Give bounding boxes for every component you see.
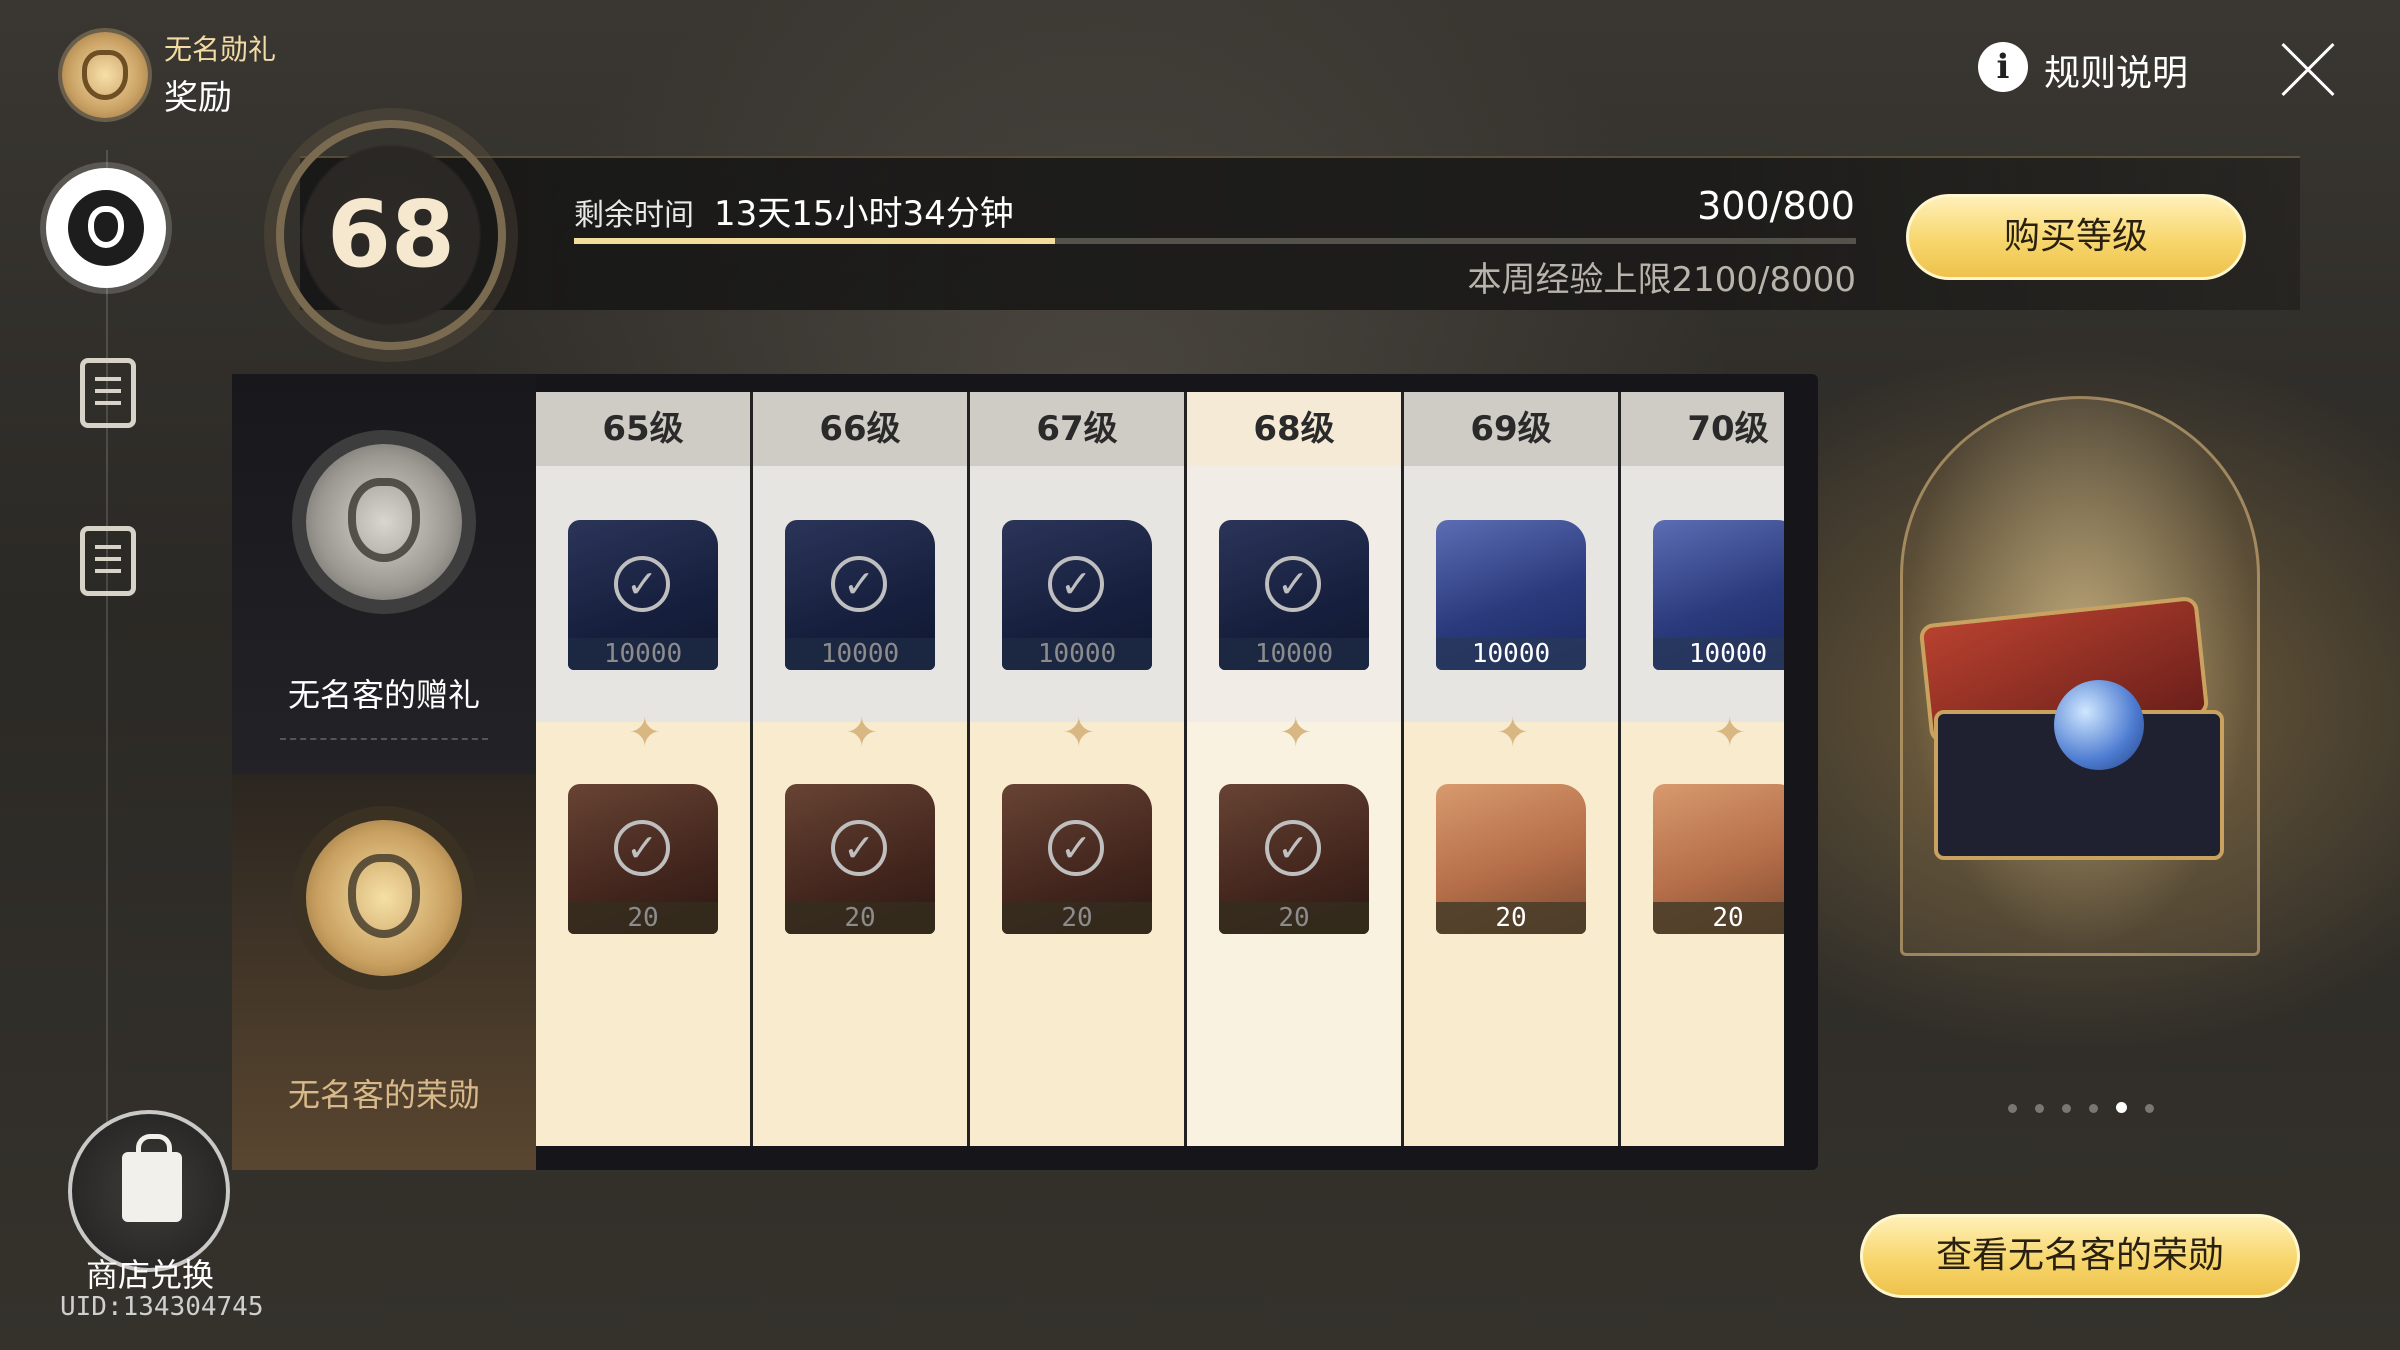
- claimed-check-icon: ✓: [1265, 556, 1321, 612]
- level-column: 65级 ✦ ✓ 10000 ✓ 20: [536, 392, 750, 1146]
- reward-quantity: 20: [1436, 902, 1586, 934]
- reward-columns[interactable]: 65级 ✦ ✓ 10000 ✓ 20 66级 ✦ ✓ 10000 ✓ 20 67级 ✦ ✓ 10000 ✓ 20 6…: [536, 392, 1784, 1146]
- reward-quantity: 20: [1219, 902, 1369, 934]
- rules-button[interactable]: 规则说明: [2044, 44, 2188, 96]
- free-tier-badge-icon: [306, 444, 462, 600]
- star-divider-icon: ✦: [1496, 710, 1530, 756]
- level-label: 66级: [753, 392, 967, 466]
- pagination-dot[interactable]: [2035, 1104, 2044, 1113]
- treasure-chest-image: [1904, 580, 2254, 870]
- tier-paid[interactable]: 无名客的荣勋: [232, 774, 536, 1170]
- claimed-check-icon: ✓: [614, 556, 670, 612]
- level-label: 68级: [1187, 392, 1401, 466]
- page-title: 奖励: [164, 78, 232, 118]
- rail-tab-rewards[interactable]: [46, 168, 166, 288]
- claimed-check-icon: ✓: [1048, 556, 1104, 612]
- free-reward-item[interactable]: 10000: [1653, 520, 1784, 670]
- close-icon[interactable]: [2278, 40, 2338, 100]
- level-column: 69级 ✦ 10000 20: [1404, 392, 1618, 1146]
- level-label: 67级: [970, 392, 1184, 466]
- column-divider: [1618, 392, 1621, 1146]
- pagination-dot[interactable]: [2062, 1104, 2071, 1113]
- reward-quantity: 10000: [1653, 638, 1784, 670]
- pagination-dot[interactable]: [2116, 1102, 2127, 1113]
- buy-level-button[interactable]: 购买等级: [1906, 194, 2246, 280]
- level-column: 70级 ✦ 10000 20: [1621, 392, 1784, 1146]
- level-column: 68级 ✦ ✓ 10000 ✓ 20: [1187, 392, 1401, 1146]
- document-search-icon[interactable]: [80, 526, 136, 596]
- free-reward-item[interactable]: ✓ 10000: [1219, 520, 1369, 670]
- tier-free: 无名客的赠礼: [232, 374, 536, 774]
- reward-quantity: 10000: [1002, 638, 1152, 670]
- pagination-dot[interactable]: [2089, 1104, 2098, 1113]
- free-reward-item[interactable]: ✓ 10000: [568, 520, 718, 670]
- star-divider-icon: ✦: [628, 710, 662, 756]
- paid-reward-item[interactable]: 20: [1653, 784, 1784, 934]
- view-honor-button[interactable]: 查看无名客的荣勋: [1860, 1214, 2300, 1298]
- level-label: 65级: [536, 392, 750, 466]
- exp-progress-bar: [574, 238, 1856, 244]
- weekly-exp-cap: 本周经验上限2100/8000: [1467, 260, 1856, 300]
- remaining-time-value: 13天15小时34分钟: [714, 194, 1014, 234]
- level-column: 67级 ✦ ✓ 10000 ✓ 20: [970, 392, 1184, 1146]
- column-divider: [750, 392, 753, 1146]
- free-reward-item[interactable]: 10000: [1436, 520, 1586, 670]
- tier-column: 无名客的赠礼 无名客的荣勋: [232, 374, 536, 1170]
- paid-reward-item[interactable]: ✓ 20: [1219, 784, 1369, 934]
- level-column: 66级 ✦ ✓ 10000 ✓ 20: [753, 392, 967, 1146]
- level-label: 69级: [1404, 392, 1618, 466]
- paid-reward-item[interactable]: ✓ 20: [568, 784, 718, 934]
- column-divider: [967, 392, 970, 1146]
- free-reward-item[interactable]: ✓ 10000: [785, 520, 935, 670]
- star-divider-icon: ✦: [1062, 710, 1096, 756]
- level-label: 70级: [1621, 392, 1784, 466]
- star-divider-icon: ✦: [845, 710, 879, 756]
- exp-value: 300/800: [1697, 184, 1855, 228]
- pagination-dot[interactable]: [2008, 1104, 2017, 1113]
- shop-exchange-button[interactable]: [68, 1110, 230, 1272]
- showcase-pagination[interactable]: [2008, 1098, 2172, 1117]
- claimed-check-icon: ✓: [831, 820, 887, 876]
- header-subtitle: 无名勋礼: [164, 33, 277, 66]
- shop-exchange-label: 商店兑换: [86, 1256, 215, 1294]
- reward-quantity: 20: [785, 902, 935, 934]
- reward-quantity: 20: [1653, 902, 1784, 934]
- paid-reward-item[interactable]: ✓ 20: [1002, 784, 1152, 934]
- star-divider-icon: ✦: [1279, 710, 1313, 756]
- tier-separator: [280, 738, 488, 740]
- nameless-badge-icon: [68, 190, 144, 266]
- reward-quantity: 10000: [785, 638, 935, 670]
- reward-quantity: 10000: [1436, 638, 1586, 670]
- column-divider: [1184, 392, 1187, 1146]
- exp-progress-fill: [574, 238, 1055, 244]
- tier-paid-label: 无名客的荣勋: [287, 1076, 480, 1114]
- info-icon[interactable]: i: [1978, 42, 2028, 92]
- reward-quantity: 20: [1002, 902, 1152, 934]
- star-divider-icon: ✦: [1713, 710, 1747, 756]
- paid-reward-item[interactable]: ✓ 20: [785, 784, 935, 934]
- claimed-check-icon: ✓: [831, 556, 887, 612]
- pagination-dot[interactable]: [2145, 1104, 2154, 1113]
- claimed-check-icon: ✓: [1265, 820, 1321, 876]
- paid-tier-badge-icon: [306, 820, 462, 976]
- rail-divider: [106, 150, 108, 1150]
- column-divider: [1401, 392, 1404, 1146]
- user-id: UID:134304745: [60, 1292, 264, 1322]
- free-reward-item[interactable]: ✓ 10000: [1002, 520, 1152, 670]
- claimed-check-icon: ✓: [1048, 820, 1104, 876]
- claimed-check-icon: ✓: [614, 820, 670, 876]
- clipboard-check-icon[interactable]: [80, 358, 136, 428]
- nameless-emblem-icon: [62, 32, 148, 118]
- remaining-time-label: 剩余时间: [574, 198, 694, 233]
- reward-quantity: 20: [568, 902, 718, 934]
- current-level: 68: [326, 181, 456, 288]
- paid-reward-item[interactable]: 20: [1436, 784, 1586, 934]
- reward-quantity: 10000: [568, 638, 718, 670]
- tier-free-label: 无名客的赠礼: [287, 676, 480, 714]
- shopping-bag-icon: [122, 1134, 182, 1222]
- reward-quantity: 10000: [1219, 638, 1369, 670]
